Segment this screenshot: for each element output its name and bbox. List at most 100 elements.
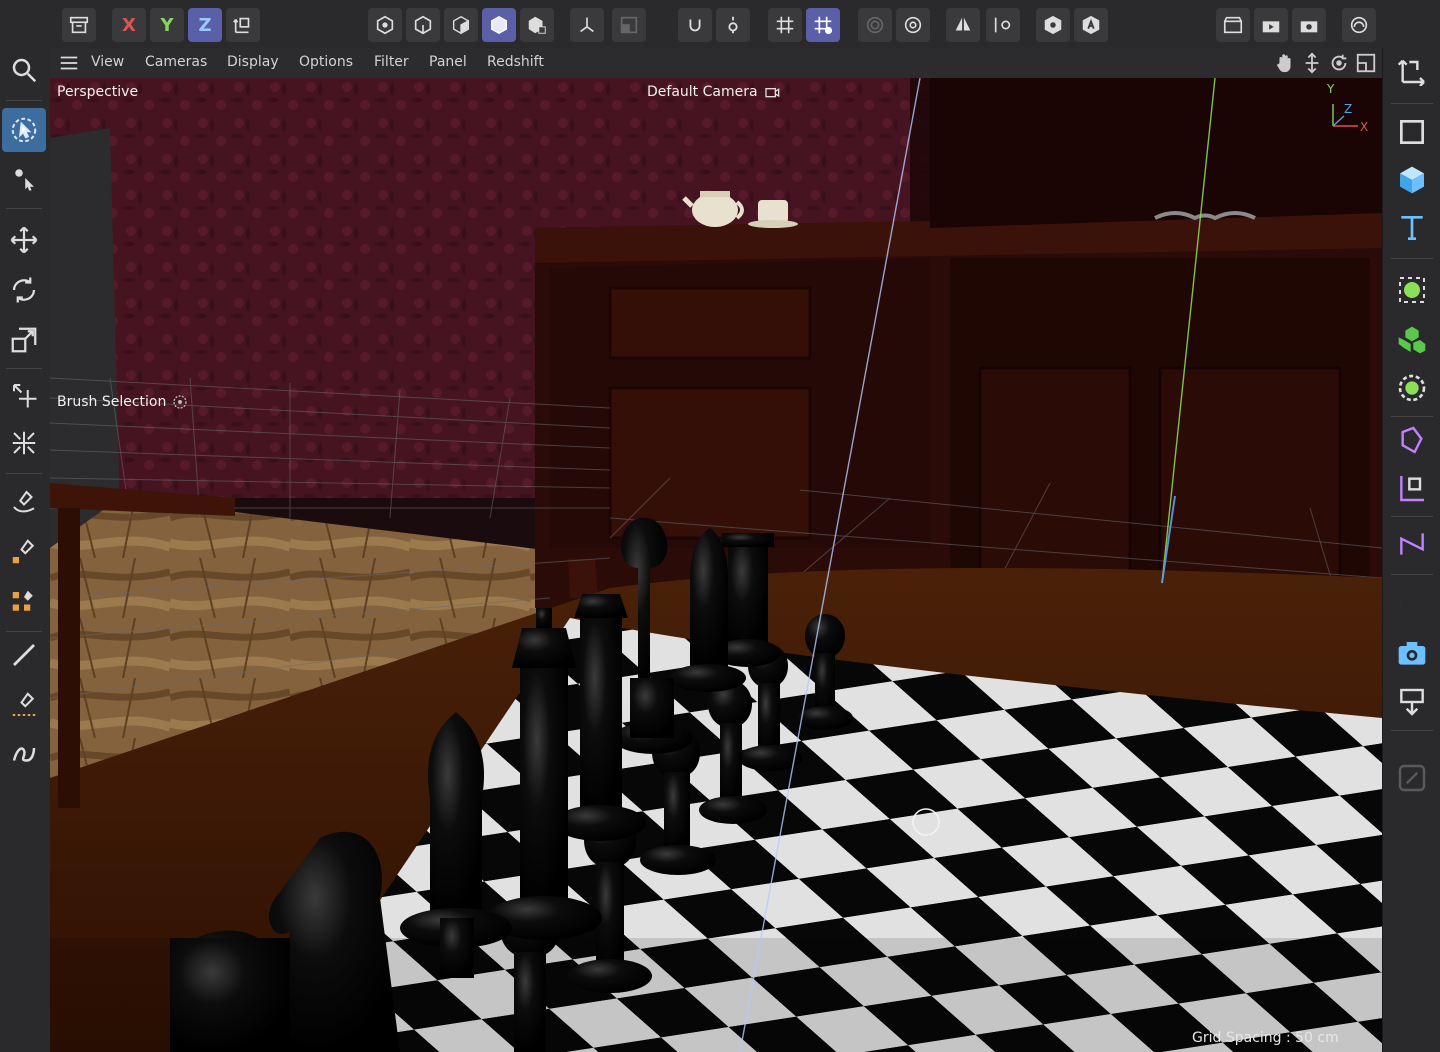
render-to-picture-viewer-button[interactable]: [1254, 8, 1288, 42]
pan-view-button[interactable]: [1274, 52, 1296, 74]
polygons-mode-button[interactable]: [444, 8, 478, 42]
cube-button[interactable]: [1390, 158, 1434, 202]
mograph-button[interactable]: [1390, 318, 1434, 362]
camera-name-label: Default Camera: [647, 84, 758, 100]
scale-icon: [11, 327, 37, 353]
magnet-icon: [689, 19, 701, 32]
solo-mode-button[interactable]: [612, 8, 646, 42]
main-toolbar: X Y Z: [0, 0, 1440, 49]
move-button[interactable]: [2, 218, 46, 262]
symmetry-button[interactable]: [946, 8, 980, 42]
solo-icon: [620, 16, 638, 34]
axis-x-lock-button[interactable]: X: [112, 8, 146, 42]
gizmo-y-label: Y: [1327, 82, 1335, 96]
edges-mode-icon: [414, 15, 432, 35]
menu-cameras[interactable]: Cameras: [145, 54, 207, 70]
viewport-menu-bar: View Cameras Display Options Filter Pane…: [50, 48, 1382, 79]
axis-mode-button[interactable]: [570, 8, 604, 42]
brush-button[interactable]: [2, 633, 46, 677]
line-select-button[interactable]: [2, 683, 46, 727]
selection-settings-button[interactable]: [2, 156, 46, 200]
grid-snap-button[interactable]: [768, 8, 802, 42]
menu-panel[interactable]: Panel: [429, 54, 467, 70]
camera-button[interactable]: [1390, 632, 1434, 676]
model-mode-icon: [490, 15, 508, 35]
menu-view[interactable]: View: [91, 54, 124, 70]
text-button[interactable]: [1390, 206, 1434, 250]
undo-history-button[interactable]: [62, 8, 96, 42]
rectangle-button[interactable]: [1390, 110, 1434, 154]
uv-mode-icon: [528, 16, 546, 34]
modeling-settings-button[interactable]: [896, 8, 930, 42]
scale-button[interactable]: [2, 318, 46, 362]
left-tool-palette: [0, 48, 51, 1052]
viewport-render-button[interactable]: [1036, 8, 1070, 42]
symmetry-settings-button[interactable]: [986, 8, 1020, 42]
paint-button[interactable]: [2, 530, 46, 574]
transform-scale-button[interactable]: [2, 421, 46, 465]
toggle-layout-button[interactable]: [1355, 52, 1377, 74]
right-object-palette: [1382, 48, 1440, 1052]
brush-select-icon: [13, 490, 35, 513]
cube-icon: [1400, 166, 1424, 194]
effector-button[interactable]: [1390, 366, 1434, 410]
tool-info-icon[interactable]: [172, 394, 188, 410]
workplane-snap-button[interactable]: [806, 8, 840, 42]
snap-magnet-button[interactable]: [678, 8, 712, 42]
edges-mode-button[interactable]: [406, 8, 440, 42]
generator-button[interactable]: [1390, 268, 1434, 312]
menu-filter[interactable]: Filter: [374, 54, 409, 70]
spline-icon: [12, 747, 36, 762]
light-button[interactable]: [1390, 582, 1434, 626]
menu-redshift[interactable]: Redshift: [487, 54, 544, 70]
auto-keying-button[interactable]: [1074, 8, 1108, 42]
disabled-tool-button[interactable]: [1390, 756, 1434, 800]
transform-scale-icon: [12, 431, 36, 455]
grid-spacing-label: Grid Spacing : 50 cm: [1192, 1030, 1339, 1046]
model-mode-button[interactable]: [482, 8, 516, 42]
multi-paint-icon: [12, 590, 33, 611]
render-settings-button[interactable]: [1292, 8, 1326, 42]
render-tag-button[interactable]: [1390, 680, 1434, 724]
points-mode-button[interactable]: [368, 8, 402, 42]
menu-options[interactable]: Options: [299, 54, 353, 70]
hamburger-icon: [60, 56, 78, 70]
viewport-menu-button[interactable]: [58, 52, 80, 74]
search-button[interactable]: [2, 48, 46, 92]
field-button[interactable]: [1390, 466, 1434, 510]
menu-display[interactable]: Display: [227, 54, 279, 70]
brush-select-button[interactable]: [2, 480, 46, 524]
layout-icon: [1356, 53, 1376, 73]
orbit-view-button[interactable]: [1328, 52, 1350, 74]
gear-icon: [728, 16, 738, 34]
dolly-view-button[interactable]: [1301, 52, 1323, 74]
axis-x-label: X: [122, 14, 136, 36]
cloud-icon: [1350, 16, 1368, 34]
render-view-button[interactable]: [1216, 8, 1250, 42]
perspective-viewport[interactable]: Perspective Default Camera Brush Selecti…: [50, 78, 1382, 1052]
camera-indicator: Default Camera: [647, 84, 780, 100]
axis-z-label: Z: [198, 14, 212, 36]
hand-icon: [1276, 54, 1291, 73]
uv-mode-button[interactable]: [520, 8, 554, 42]
cloud-button[interactable]: [1342, 8, 1376, 42]
deformer-button[interactable]: [1390, 418, 1434, 462]
axis-y-lock-button[interactable]: Y: [150, 8, 184, 42]
spline-button[interactable]: [2, 731, 46, 775]
spline-tool-button[interactable]: [1390, 522, 1434, 566]
brush-icon: [13, 644, 35, 666]
coordinate-button[interactable]: [1390, 48, 1434, 92]
points-mode-icon: [376, 15, 394, 35]
quantize-button[interactable]: [858, 8, 892, 42]
transform-move-button[interactable]: [2, 373, 46, 417]
multi-paint-button[interactable]: [2, 580, 46, 624]
snap-settings-button[interactable]: [716, 8, 750, 42]
generator-icon: [1399, 277, 1425, 303]
axis-z-lock-button[interactable]: Z: [188, 8, 222, 42]
rectangle-icon: [1400, 120, 1424, 144]
live-selection-button[interactable]: [2, 108, 46, 152]
rotate-button[interactable]: [2, 268, 46, 312]
selection-settings-icon: [15, 169, 34, 191]
text-icon: [1401, 216, 1423, 240]
coordinate-system-button[interactable]: [226, 8, 260, 42]
